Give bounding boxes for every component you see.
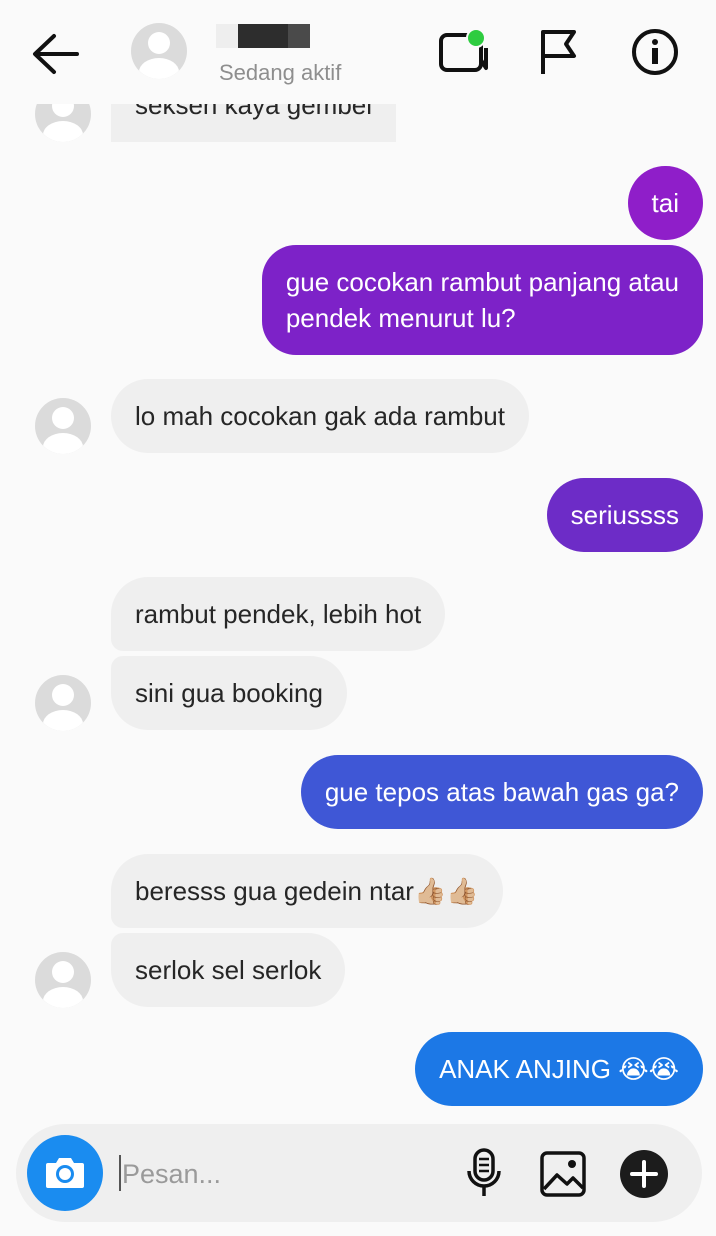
contact-avatar[interactable] xyxy=(131,23,187,79)
gallery-icon[interactable] xyxy=(540,1151,586,1197)
incoming-message[interactable]: lo mah cocokan gak ada rambut xyxy=(111,379,529,453)
text-cursor xyxy=(119,1155,121,1191)
camera-button[interactable] xyxy=(27,1135,103,1211)
message-text-line: pendek menurut lu? xyxy=(285,303,516,333)
microphone-icon[interactable] xyxy=(464,1147,504,1199)
message-text: sini gua booking xyxy=(135,678,323,708)
incoming-message[interactable]: rambut pendek, lebih hot xyxy=(111,577,446,651)
message-text: lo mah cocokan gak ada rambut xyxy=(135,401,505,431)
plus-icon[interactable] xyxy=(619,1149,669,1199)
arrow-left-icon[interactable] xyxy=(30,32,80,76)
message-text: gue tepos atas bawah gas ga? xyxy=(324,777,679,807)
chat-header: Sedang aktif xyxy=(0,0,716,104)
outgoing-message[interactable]: tai xyxy=(627,166,703,240)
message-text: seriussss xyxy=(570,500,679,530)
message-text-line: gue cocokan rambut panjang atau xyxy=(285,267,679,297)
message-input[interactable] xyxy=(118,1152,442,1196)
active-dot xyxy=(466,28,486,48)
outgoing-message[interactable]: seriussss xyxy=(546,478,703,552)
outgoing-message[interactable]: gue cocokan rambut panjang atau pendek m… xyxy=(261,245,703,355)
incoming-message[interactable]: sini gua booking xyxy=(111,656,347,730)
message-text: rambut pendek, lebih hot xyxy=(135,599,422,629)
info-icon[interactable] xyxy=(631,28,679,76)
message-text: beresss gua gedein ntar xyxy=(135,876,414,906)
outgoing-message[interactable]: ANAK ANJING 😭😭 xyxy=(415,1032,703,1106)
crying-emoji: 😭😭 xyxy=(618,1055,679,1085)
camera-icon xyxy=(46,1158,84,1188)
outgoing-message[interactable]: gue tepos atas bawah gas ga? xyxy=(300,755,703,829)
thumbs-up-emoji: 👍🏼👍🏼 xyxy=(413,877,479,907)
message-text: ANAK ANJING xyxy=(439,1054,611,1084)
active-status: Sedang aktif xyxy=(219,60,342,85)
video-call-icon[interactable] xyxy=(438,28,490,76)
sender-avatar xyxy=(35,952,91,1008)
flag-icon[interactable] xyxy=(538,28,580,76)
sender-avatar xyxy=(35,675,91,731)
contact-name-redacted[interactable] xyxy=(216,24,310,48)
incoming-message[interactable]: serlok sel serlok xyxy=(111,933,346,1007)
incoming-message[interactable]: beresss gua gedein ntar👍🏼👍🏼 xyxy=(111,854,503,928)
message-text: serlok sel serlok xyxy=(135,955,322,985)
sender-avatar xyxy=(35,398,91,454)
message-text: tai xyxy=(651,188,679,218)
